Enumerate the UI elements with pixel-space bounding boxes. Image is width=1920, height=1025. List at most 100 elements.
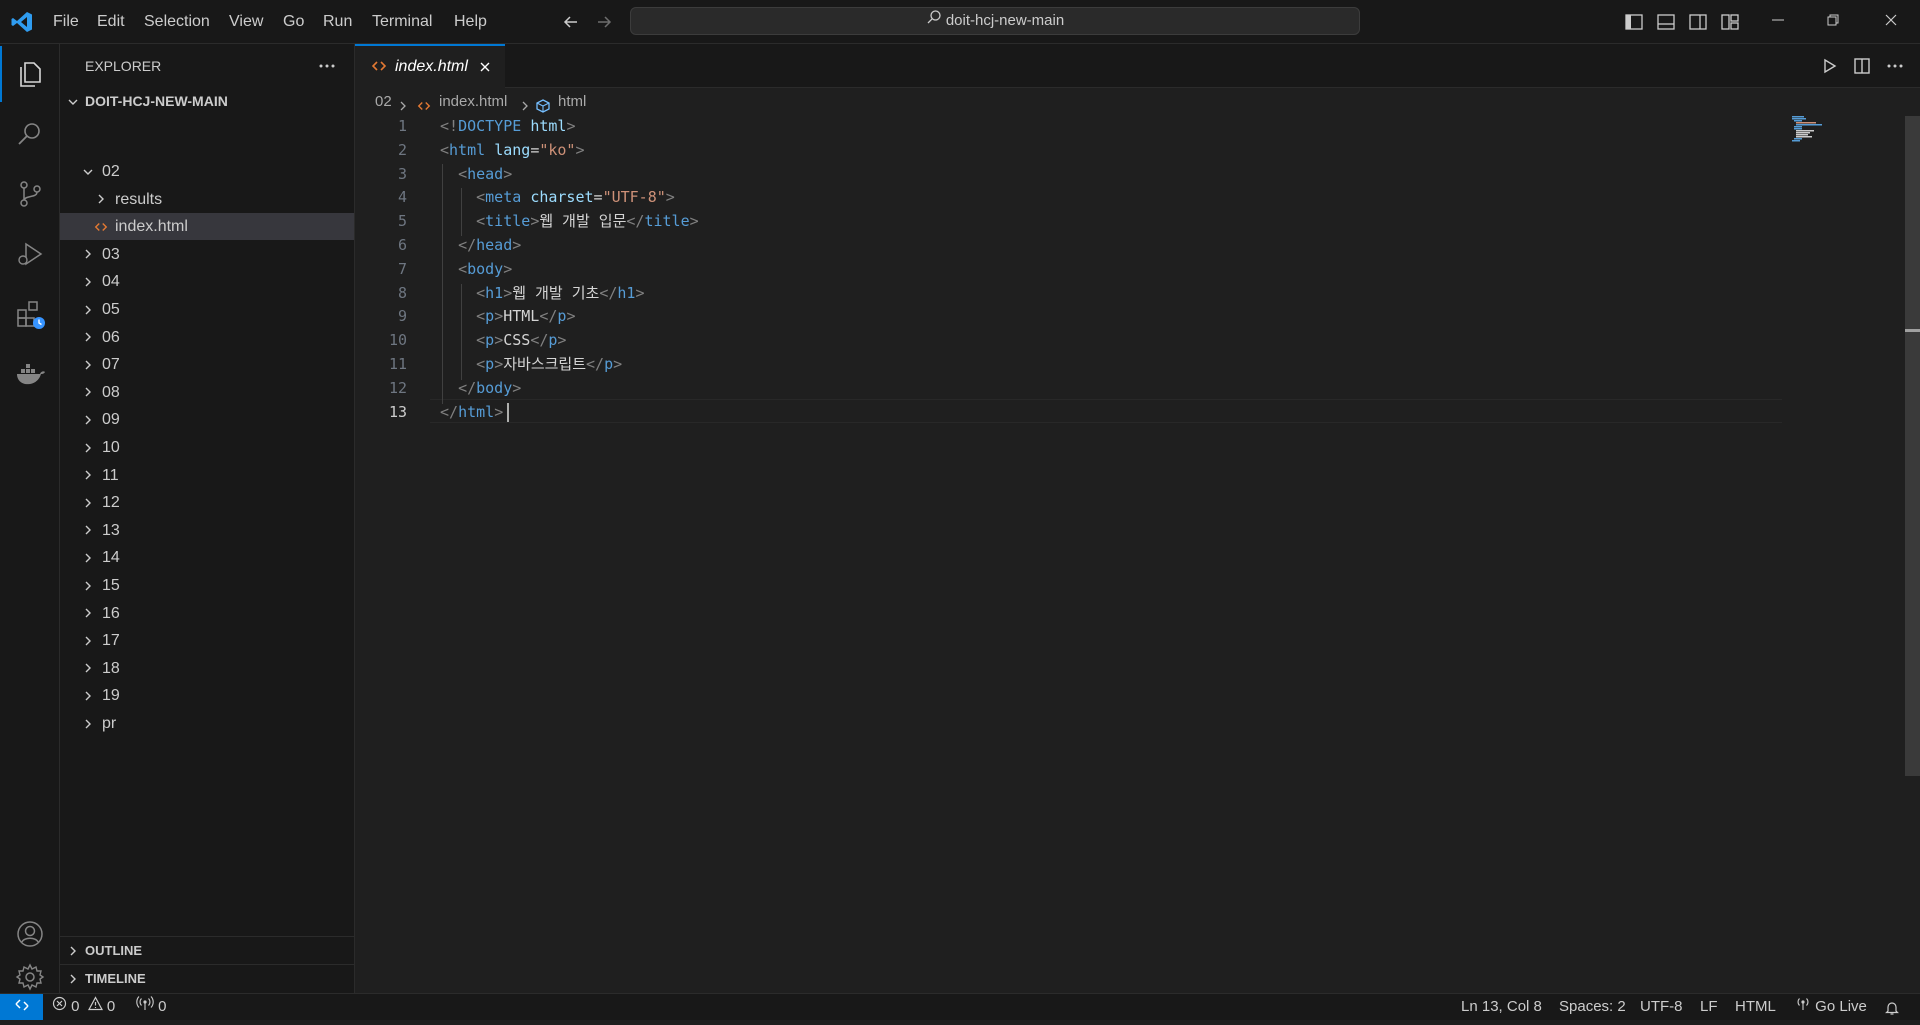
- go-live-label: Go Live: [1815, 998, 1867, 1015]
- run-debug-icon[interactable]: [0, 224, 60, 284]
- code-token: lang: [494, 140, 531, 159]
- language-mode[interactable]: HTML: [1735, 994, 1776, 1020]
- tree-item-label: 10: [102, 439, 120, 456]
- tree-item-folder[interactable]: 05: [60, 296, 354, 323]
- tree-item-folder[interactable]: 14: [60, 544, 354, 571]
- code-token: 웹 개발 기초: [512, 283, 600, 302]
- editor-scrollbar[interactable]: [1905, 116, 1920, 776]
- title-bar: File Edit Selection View Go Run Terminal Help d…: [0, 0, 1920, 44]
- toggle-secondary-sidebar-icon[interactable]: [1686, 10, 1710, 34]
- tree-item-label: 18: [102, 659, 120, 677]
- code-line: <body>: [440, 257, 512, 281]
- tree-item-folder[interactable]: 06: [60, 324, 354, 351]
- tree-item-folder[interactable]: 17: [60, 627, 354, 654]
- tree-item-folder[interactable]: 12: [60, 489, 354, 516]
- menu-item-edit[interactable]: Edit: [89, 0, 133, 44]
- timeline-section[interactable]: TIMELINE: [60, 964, 354, 991]
- back-arrow-icon[interactable]: [557, 8, 585, 36]
- toggle-panel-icon[interactable]: [1654, 10, 1678, 34]
- accounts-icon[interactable]: [0, 904, 60, 964]
- toggle-primary-sidebar-icon[interactable]: [1622, 10, 1646, 34]
- run-icon[interactable]: [1817, 54, 1841, 78]
- go-live-button[interactable]: Go Live: [1795, 994, 1867, 1020]
- tree-item-folder[interactable]: 18: [60, 655, 354, 682]
- vscode-logo-icon[interactable]: [10, 10, 34, 34]
- search-icon[interactable]: [0, 104, 60, 164]
- broadcast-icon: [1795, 998, 1811, 1015]
- explorer-sidebar: EXPLORER DOIT-HCJ-NEW-MAIN 02 results inde…: [60, 44, 355, 993]
- menu-item-view[interactable]: View: [221, 0, 271, 44]
- chevron-right-icon: [80, 406, 96, 433]
- minimap[interactable]: [1790, 116, 1830, 144]
- tree-item-folder[interactable]: results: [60, 186, 354, 213]
- command-center-search[interactable]: doit-hcj-new-main: [630, 7, 1360, 35]
- code-token: p: [485, 331, 495, 350]
- breadcrumb-symbol[interactable]: html: [558, 88, 586, 116]
- menu-item-help[interactable]: Help: [446, 0, 495, 44]
- code-token: <: [458, 259, 468, 278]
- menu-item-selection[interactable]: Selection: [136, 0, 218, 44]
- chevron-right-icon: [80, 324, 96, 351]
- minimize-button[interactable]: [1755, 0, 1801, 44]
- breadcrumb-file[interactable]: index.html: [439, 88, 507, 116]
- code-token: </: [539, 307, 558, 326]
- tree-item-folder[interactable]: 09: [60, 406, 354, 433]
- cursor-position[interactable]: Ln 13, Col 8: [1461, 994, 1542, 1020]
- code-token: body: [467, 259, 504, 278]
- tree-item-folder[interactable]: pr: [60, 710, 354, 737]
- tree-item-folder[interactable]: 02: [60, 158, 354, 185]
- code-token: >: [494, 355, 504, 373]
- menu-item-file[interactable]: File: [45, 0, 87, 44]
- code-token: >: [689, 212, 699, 231]
- problems-indicator[interactable]: 0 0: [52, 994, 115, 1020]
- forward-arrow-icon[interactable]: [590, 8, 618, 36]
- remote-indicator[interactable]: [0, 994, 43, 1020]
- docker-icon[interactable]: [0, 344, 60, 404]
- editor-more-actions-icon[interactable]: [1883, 54, 1907, 78]
- tree-item-file[interactable]: index.html: [60, 213, 354, 241]
- tree-item-folder[interactable]: 04: [60, 268, 354, 295]
- restore-button[interactable]: [1810, 0, 1856, 44]
- tree-item-folder[interactable]: 08: [60, 379, 354, 406]
- broadcast-icon: [136, 996, 154, 1015]
- indentation[interactable]: Spaces: 2: [1559, 994, 1626, 1020]
- menu-item-terminal[interactable]: Terminal: [364, 0, 440, 44]
- chevron-right-icon: [80, 434, 96, 461]
- outline-section[interactable]: OUTLINE: [60, 936, 354, 963]
- settings-gear-icon[interactable]: [0, 962, 60, 992]
- encoding[interactable]: UTF-8: [1640, 994, 1683, 1020]
- close-window-button[interactable]: [1868, 0, 1914, 44]
- close-tab-icon[interactable]: [477, 59, 493, 80]
- menu-item-run[interactable]: Run: [315, 0, 360, 44]
- tree-item-folder[interactable]: 19: [60, 682, 354, 709]
- more-actions-icon[interactable]: [315, 54, 339, 78]
- explorer-icon[interactable]: [0, 44, 60, 104]
- tree-item-folder[interactable]: 07: [60, 351, 354, 378]
- code-token: CSS: [503, 331, 531, 350]
- end-of-line[interactable]: LF: [1700, 994, 1718, 1020]
- search-icon: [926, 8, 942, 34]
- tree-item-folder[interactable]: 10: [60, 434, 354, 461]
- line-number: 8: [397, 283, 407, 302]
- breadcrumb-folder[interactable]: 02: [375, 88, 392, 116]
- workspace-root[interactable]: DOIT-HCJ-NEW-MAIN: [60, 88, 354, 115]
- tree-item-folder[interactable]: 15: [60, 572, 354, 599]
- notifications-bell-icon[interactable]: [1884, 999, 1900, 1015]
- split-editor-icon[interactable]: [1850, 54, 1874, 78]
- extensions-icon[interactable]: [0, 284, 60, 344]
- tree-item-folder[interactable]: 16: [60, 600, 354, 627]
- customize-layout-icon[interactable]: [1718, 10, 1742, 34]
- tab-index-html[interactable]: index.html: [355, 44, 505, 88]
- menu-item-go[interactable]: Go: [275, 0, 312, 44]
- ports-indicator[interactable]: 0: [136, 994, 167, 1020]
- code-token: >: [665, 188, 675, 207]
- tree-item-folder[interactable]: 11: [60, 462, 354, 489]
- source-control-icon[interactable]: [0, 164, 60, 224]
- tree-item-folder[interactable]: 13: [60, 517, 354, 544]
- tree-item-folder[interactable]: 03: [60, 241, 354, 268]
